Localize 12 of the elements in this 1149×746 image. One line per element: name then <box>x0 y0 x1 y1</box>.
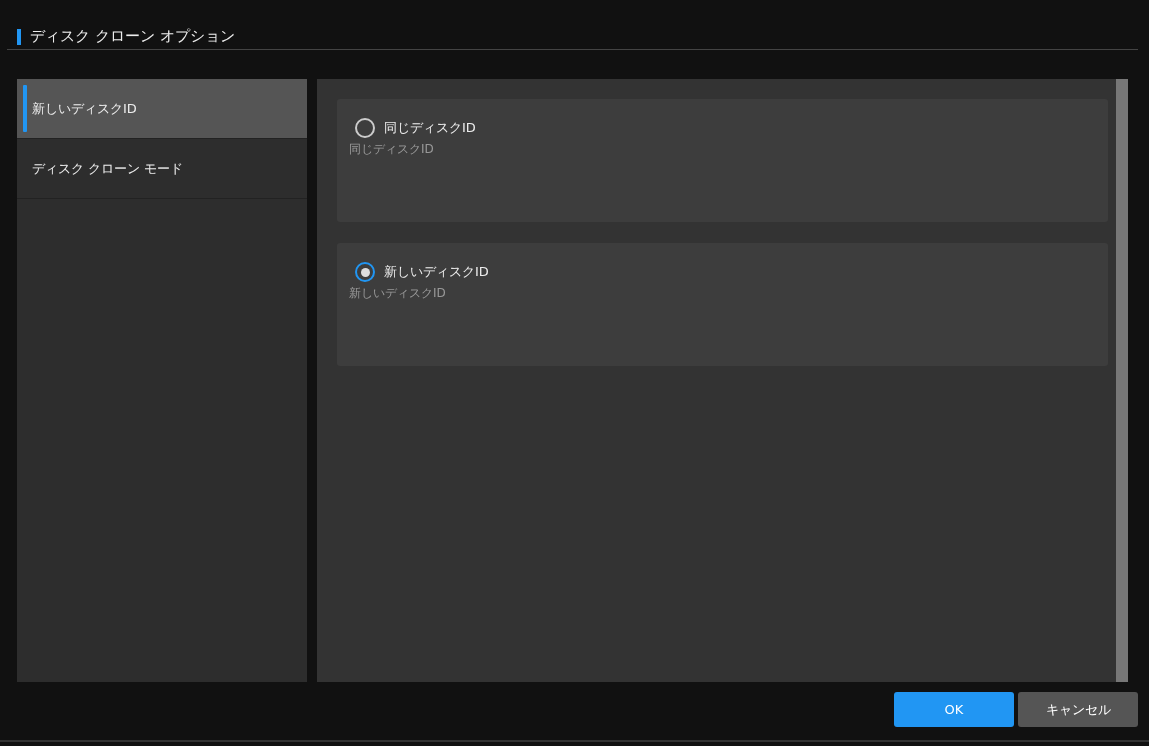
cancel-button[interactable]: キャンセル <box>1018 692 1138 727</box>
sidebar-item[interactable]: ディスク クローン モード <box>17 139 307 199</box>
radio-button[interactable] <box>355 118 375 138</box>
option-description: 新しいディスクID <box>349 285 447 302</box>
option-label: 同じディスクID <box>384 119 476 137</box>
title-accent-bar <box>17 29 21 45</box>
radio-button[interactable] <box>355 262 375 282</box>
dialog-title: ディスク クローン オプション <box>30 27 235 45</box>
option-label: 新しいディスクID <box>384 263 489 281</box>
sidebar-item[interactable]: 新しいディスクID <box>17 79 307 139</box>
scrollbar[interactable] <box>1116 79 1128 682</box>
option-description: 同じディスクID <box>349 141 435 158</box>
